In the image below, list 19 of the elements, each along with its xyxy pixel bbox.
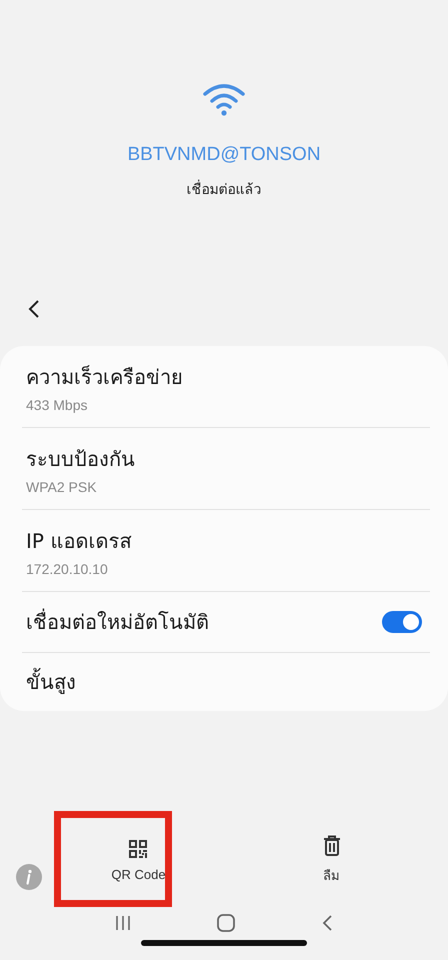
setting-title: ระบบป้องกัน — [26, 446, 135, 472]
recent-apps-icon[interactable] — [114, 915, 132, 931]
setting-title: เชื่อมต่อใหม่อัตโนมัติ — [26, 608, 209, 636]
setting-value: 172.20.10.10 — [26, 560, 109, 576]
setting-title: ความเร็วเครือข่าย — [26, 364, 183, 390]
connection-status: เชื่อมต่อแล้ว — [186, 178, 262, 200]
back-icon[interactable] — [27, 299, 41, 319]
network-name: BBTVNMD@TONSON — [127, 144, 321, 166]
toggle-switch[interactable] — [382, 611, 422, 633]
wifi-icon — [202, 82, 246, 116]
action-button[interactable]: ลืม — [312, 828, 350, 892]
qr-code-icon — [128, 838, 148, 858]
action-button[interactable]: QR Code — [101, 832, 176, 888]
setting-value: WPA2 PSK — [26, 478, 98, 494]
home-icon[interactable] — [216, 913, 236, 933]
setting-value: 433 Mbps — [26, 396, 88, 412]
setting-title: IP แอดเดรส — [26, 528, 132, 554]
trash-icon — [322, 834, 340, 856]
setting-title: ขั้นสูง — [26, 666, 76, 698]
